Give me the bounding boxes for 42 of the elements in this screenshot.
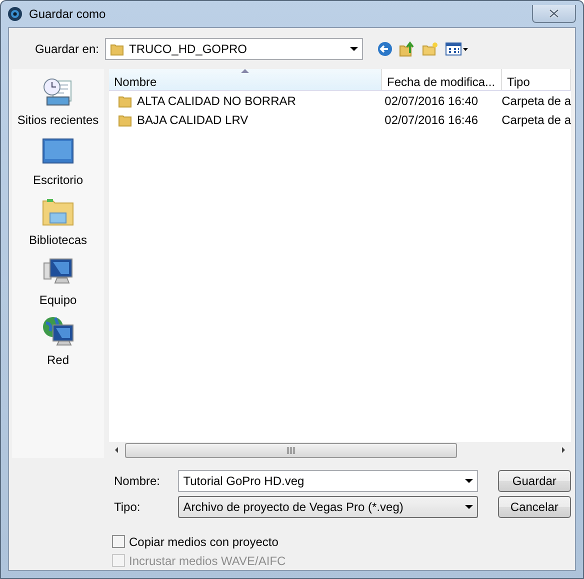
- save-button[interactable]: Guardar: [498, 470, 571, 492]
- column-header[interactable]: Fecha de modifica...: [382, 69, 502, 90]
- place-item[interactable]: Sitios recientes: [17, 111, 99, 129]
- place-item[interactable]: Escritorio: [32, 171, 83, 189]
- folder-icon: [118, 112, 132, 126]
- view-menu-icon[interactable]: [445, 41, 469, 57]
- location-dropdown[interactable]: TRUCO_HD_GOPRO: [105, 38, 363, 60]
- folder-name[interactable]: BAJA CALIDAD LRV: [137, 110, 248, 128]
- file-type-label: Tipo:: [113, 499, 142, 516]
- network-icon[interactable]: [41, 315, 75, 347]
- column-header[interactable]: Tipo: [502, 69, 571, 90]
- file-type-dropdown[interactable]: Archivo de proyecto de Vegas Pro (*.veg): [178, 496, 478, 518]
- up-folder-icon[interactable]: [399, 41, 416, 57]
- checkbox-label: Incrustar medios WAVE/AIFC: [129, 552, 286, 570]
- scrollbar-thumb[interactable]: [125, 442, 457, 458]
- file-name-field[interactable]: Tutorial GoPro HD.veg: [178, 470, 478, 492]
- type-cell-text: Carpeta de a: [500, 112, 571, 128]
- location-label: Guardar en:: [34, 41, 100, 58]
- folder-icon: [110, 42, 124, 56]
- checkbox[interactable]: [112, 535, 125, 548]
- column-header[interactable]: Nombre: [109, 69, 382, 90]
- cancel-button[interactable]: Cancelar: [498, 496, 571, 518]
- back-icon[interactable]: [377, 41, 393, 57]
- close-icon: [549, 9, 559, 18]
- caret-icon: [464, 505, 473, 509]
- app-icon: [7, 6, 23, 22]
- close-button[interactable]: [532, 5, 576, 23]
- window-title: Guardar como: [29, 6, 106, 23]
- caret-icon: [350, 47, 358, 51]
- place-item[interactable]: Equipo: [39, 291, 77, 309]
- date-cell-text: 02/07/2016 16:40: [384, 92, 480, 110]
- checkbox-label: Copiar medios con proyecto: [129, 534, 278, 550]
- folder-icon: [118, 94, 132, 108]
- place-item[interactable]: Red: [46, 351, 69, 369]
- date-cell-text: 02/07/2016 16:46: [384, 112, 480, 128]
- caret-icon: [464, 479, 473, 483]
- folder-name[interactable]: ALTA CALIDAD NO BORRAR: [137, 92, 296, 110]
- sort-arrow-icon: [241, 69, 249, 73]
- place-item[interactable]: Bibliotecas: [28, 231, 88, 249]
- file-name-label: Nombre:: [113, 473, 162, 490]
- type-cell-text: Carpeta de a: [500, 92, 571, 110]
- new-folder-icon[interactable]: [422, 41, 439, 57]
